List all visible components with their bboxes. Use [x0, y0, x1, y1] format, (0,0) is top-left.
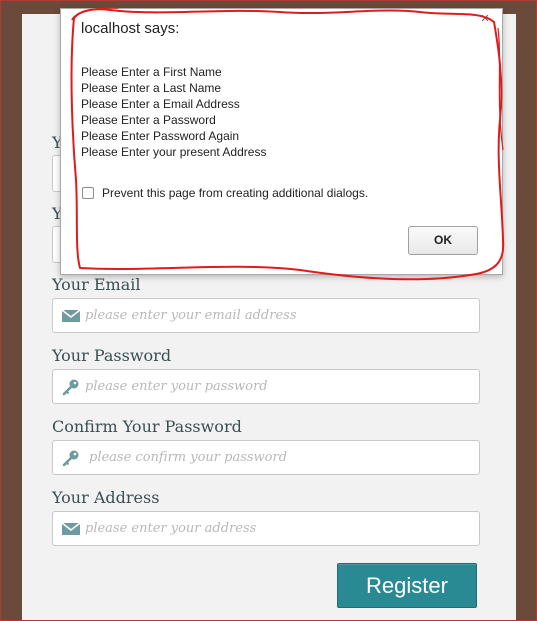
alert-dialog: localhost says: × Please Enter a First N… [60, 8, 503, 275]
envelope-icon [61, 308, 81, 324]
confirm-password-input[interactable] [87, 441, 479, 474]
password-input[interactable] [83, 370, 475, 403]
dialog-message: Please Enter a Password [81, 113, 216, 127]
dialog-message: Please Enter a Last Name [81, 81, 222, 95]
prevent-dialogs-row: Prevent this page from creating addition… [82, 186, 368, 200]
dialog-message: Please Enter a Email Address [81, 97, 240, 111]
dialog-title: localhost says: [81, 20, 180, 37]
key-icon [62, 450, 80, 467]
prevent-dialogs-label: Prevent this page from creating addition… [102, 186, 369, 200]
confirm-password-label: Confirm Your Password [52, 417, 242, 436]
dialog-message: Please Enter your present Address [81, 145, 267, 159]
dialog-message: Please Enter a First Name [81, 65, 222, 79]
envelope-icon [61, 521, 81, 537]
password-label: Your Password [52, 346, 172, 365]
address-label: Your Address [52, 488, 160, 507]
prevent-dialogs-checkbox[interactable] [82, 187, 94, 199]
dialog-messages: Please Enter a First Name Please Enter a… [81, 64, 266, 160]
ok-button[interactable]: OK [408, 226, 478, 255]
password-field-box[interactable] [52, 369, 480, 404]
key-icon [62, 379, 80, 396]
email-input[interactable] [83, 299, 475, 332]
address-input[interactable] [83, 512, 475, 545]
dialog-message: Please Enter Password Again [81, 129, 240, 143]
confirm-password-field-box[interactable] [52, 440, 480, 475]
email-field-box[interactable] [52, 298, 480, 333]
email-label: Your Email [52, 275, 141, 294]
register-button[interactable]: Register [337, 563, 477, 608]
address-field-box[interactable] [52, 511, 480, 546]
close-icon[interactable]: × [478, 11, 492, 26]
